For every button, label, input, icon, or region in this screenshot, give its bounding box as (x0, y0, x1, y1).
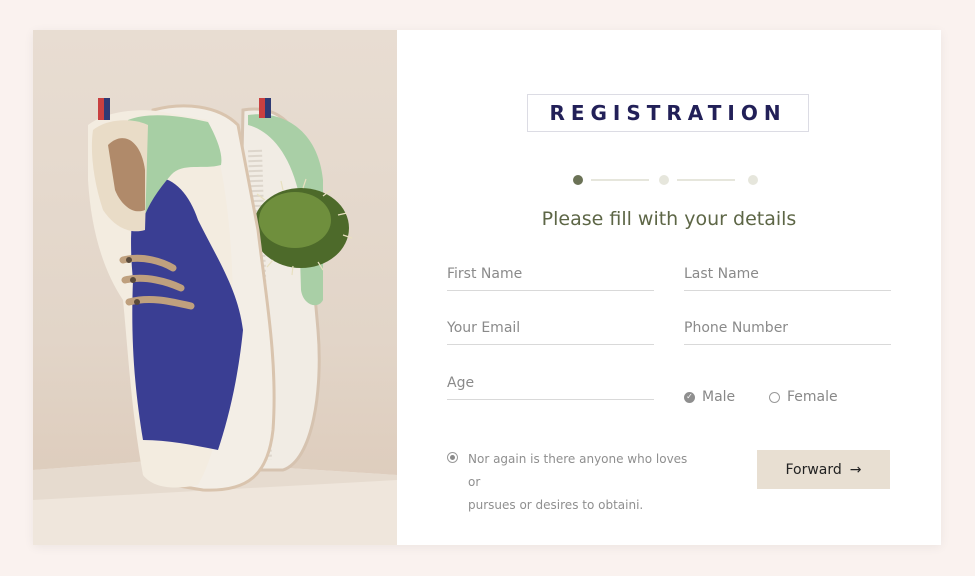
agreement-line-2: pursues or desires to obtaini. (468, 498, 644, 512)
gender-option-male[interactable]: ✓ Male (684, 389, 735, 405)
phone-field-wrapper (684, 314, 891, 345)
last-name-field-wrapper (684, 260, 891, 291)
step-connector (677, 179, 735, 181)
first-name-field-wrapper (447, 260, 654, 291)
gender-option-female[interactable]: Female (769, 389, 838, 405)
checked-radio-icon: ✓ (684, 391, 695, 403)
step-dot-3 (748, 175, 758, 185)
title-box: REGISTRATION (527, 94, 809, 132)
forward-button-label: Forward (785, 461, 842, 478)
product-photo (33, 30, 397, 545)
step-connector (591, 179, 649, 181)
page-title: REGISTRATION (549, 101, 787, 125)
gender-label-male: Male (702, 389, 736, 405)
form-subtitle: Please fill with your details (541, 208, 797, 230)
registration-card: REGISTRATION Please fill with your detai… (33, 30, 941, 545)
agreement-text: Nor again is there anyone who loves or p… (468, 448, 697, 517)
phone-field[interactable] (684, 314, 891, 342)
forward-button[interactable]: Forward → (757, 450, 890, 489)
step-indicator (573, 173, 763, 187)
age-field-wrapper (447, 369, 654, 400)
step-dot-2 (659, 175, 669, 185)
unchecked-radio-icon (769, 391, 780, 403)
first-name-field[interactable] (447, 260, 654, 288)
agreement-option[interactable]: Nor again is there anyone who loves or p… (447, 448, 697, 517)
last-name-field[interactable] (684, 260, 891, 288)
age-field[interactable] (447, 369, 654, 397)
email-field-wrapper (447, 314, 654, 345)
agreement-radio-icon[interactable] (447, 452, 458, 463)
registration-form: REGISTRATION Please fill with your detai… (397, 30, 941, 545)
step-dot-1 (573, 175, 583, 185)
gender-label-female: Female (787, 389, 838, 405)
email-field[interactable] (447, 314, 654, 342)
arrow-right-icon: → (849, 461, 862, 478)
agreement-line-1: Nor again is there anyone who loves or (468, 452, 688, 489)
